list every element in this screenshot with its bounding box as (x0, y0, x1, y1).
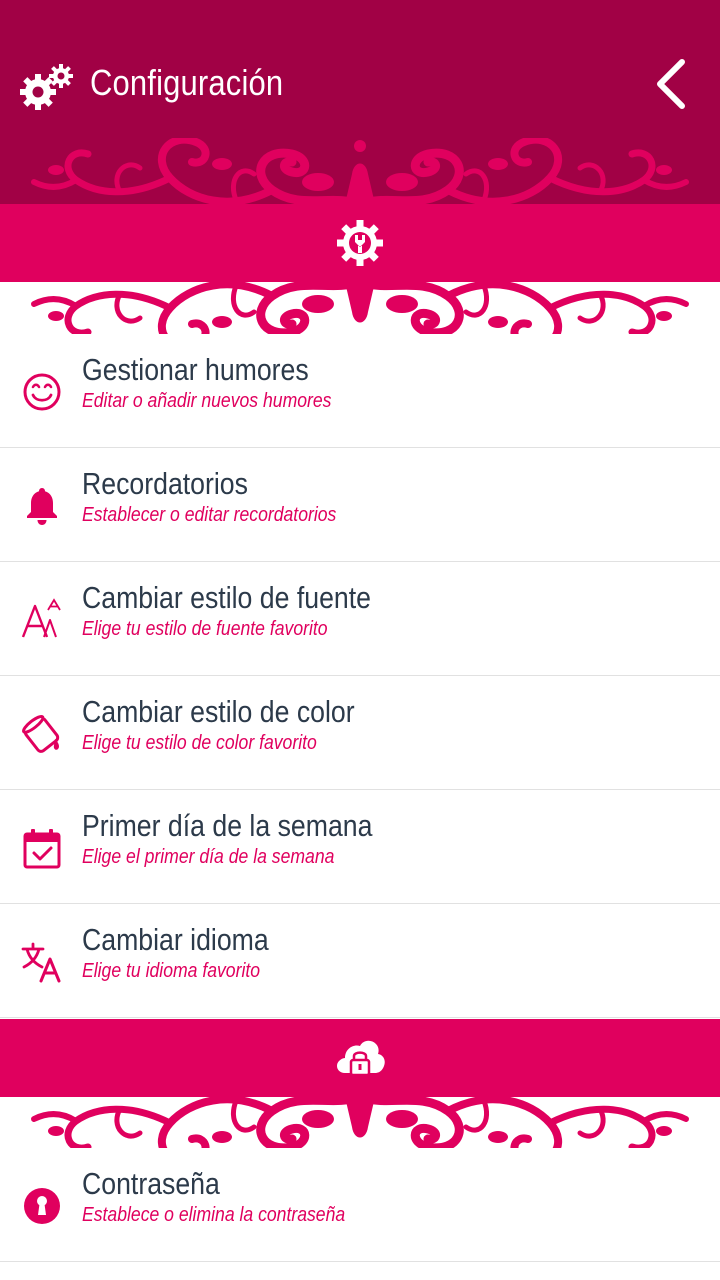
setting-manage-moods[interactable]: Gestionar humores Editar o añadir nuevos… (0, 334, 720, 448)
setting-title: Cambiar estilo de color (82, 694, 355, 729)
setting-reminders[interactable]: Recordatorios Establecer o editar record… (0, 448, 720, 562)
cloud-lock-icon (337, 1040, 385, 1077)
page-title: Configuración (90, 62, 284, 103)
back-button[interactable] (650, 56, 694, 112)
setting-first-day[interactable]: Primer día de la semana Elige el primer … (0, 790, 720, 904)
setting-title: Gestionar humores (82, 352, 309, 387)
settings-list-security: Contraseña Establece o elimina la contra… (0, 1148, 720, 1262)
gear-wrench-icon (337, 220, 383, 266)
setting-title: Recordatorios (82, 466, 248, 501)
setting-subtitle: Establecer o editar recordatorios (82, 504, 337, 526)
setting-title: Cambiar estilo de fuente (82, 580, 371, 615)
section-banner-general (0, 204, 720, 282)
settings-list-general: Gestionar humores Editar o añadir nuevos… (0, 334, 720, 1018)
chevron-left-icon (657, 59, 685, 109)
setting-title: Cambiar idioma (82, 922, 269, 957)
setting-password[interactable]: Contraseña Establece o elimina la contra… (0, 1148, 720, 1262)
setting-subtitle: Elige tu idioma favorito (82, 960, 261, 982)
translate-icon (21, 942, 61, 983)
setting-subtitle: Elige tu estilo de color favorito (82, 732, 317, 754)
bell-icon (27, 488, 57, 525)
paint-bucket-icon (22, 714, 60, 753)
gears-icon (20, 64, 73, 110)
setting-subtitle: Elige el primer día de la semana (82, 846, 335, 868)
wink-face-icon (23, 373, 61, 411)
keyhole-icon (24, 1188, 60, 1224)
setting-subtitle: Elige tu estilo de fuente favorito (82, 618, 328, 640)
setting-font-style[interactable]: Cambiar estilo de fuente Elige tu estilo… (0, 562, 720, 676)
ornament-decoration (0, 138, 720, 204)
setting-subtitle: Establece o elimina la contraseña (82, 1204, 346, 1226)
setting-color-style[interactable]: Cambiar estilo de color Elige tu estilo … (0, 676, 720, 790)
setting-title: Primer día de la semana (82, 808, 373, 843)
setting-title: Contraseña (82, 1166, 220, 1201)
font-style-icon (21, 598, 61, 638)
calendar-check-icon (23, 829, 61, 869)
section-banner-security (0, 1019, 720, 1097)
setting-language[interactable]: Cambiar idioma Elige tu idioma favorito (0, 904, 720, 1018)
setting-subtitle: Editar o añadir nuevos humores (82, 390, 332, 412)
